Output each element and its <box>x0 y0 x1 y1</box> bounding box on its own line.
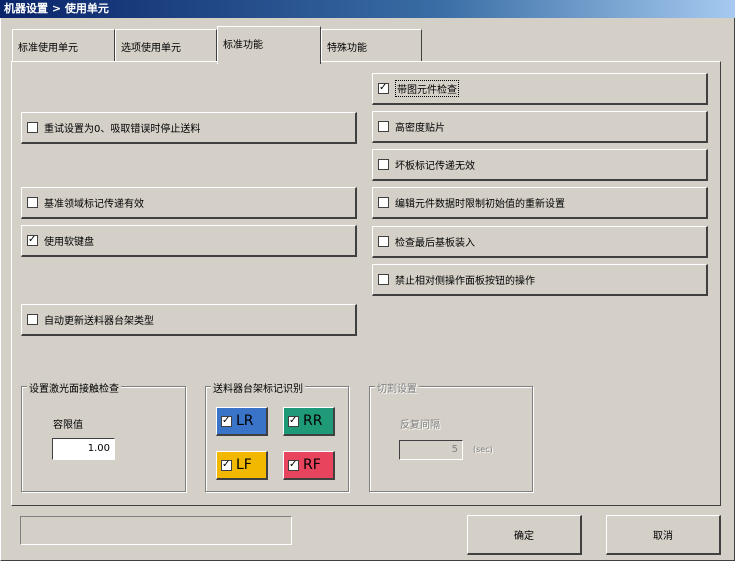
option-label: 坏板标记传递无效 <box>395 161 475 172</box>
feeder-label: LR <box>236 413 254 429</box>
checkbox[interactable] <box>221 459 232 471</box>
checkbox[interactable] <box>288 459 299 471</box>
checkbox[interactable] <box>378 236 389 247</box>
group-title: 送料器台架标记识别 <box>211 380 305 395</box>
option-label: 使用软键盘 <box>44 237 94 248</box>
option-stop-feed-on-error[interactable]: 重试设置为0、吸取错误时停止送料 <box>21 112 357 144</box>
feeder-label: LF <box>236 457 252 473</box>
tab-label: 标准功能 <box>223 40 263 51</box>
checkbox[interactable] <box>378 197 389 208</box>
ok-button[interactable]: 确定 <box>467 515 582 555</box>
option-label: 自动更新送料器台架类型 <box>44 316 154 327</box>
option-limit-reset[interactable]: 编辑元件数据时限制初始值的重新设置 <box>372 187 708 219</box>
option-fiducial-transfer[interactable]: 基准领域标记传递有效 <box>21 187 357 219</box>
interval-label: 反复间隔 <box>400 420 440 431</box>
option-high-density[interactable]: 高密度贴片 <box>372 111 708 143</box>
tab-special-functions[interactable]: 特殊功能 <box>321 29 422 62</box>
interval-unit: (sec) <box>473 445 493 454</box>
option-label: 重试设置为0、吸取错误时停止送料 <box>44 124 201 135</box>
tab-standard-functions[interactable]: 标准功能 <box>217 26 321 64</box>
option-label: 基准领域标记传递有效 <box>44 199 144 210</box>
option-disable-opposite-panel[interactable]: 禁止相对侧操作面板按钮的操作 <box>372 264 708 296</box>
option-soft-keyboard[interactable]: 使用软键盘 <box>21 225 357 257</box>
option-label: 高密度贴片 <box>395 123 445 134</box>
feeder-label: RF <box>303 457 321 473</box>
option-polarity-check[interactable]: 带图元件检查 <box>372 73 708 105</box>
checkbox[interactable] <box>221 415 232 427</box>
checkbox[interactable] <box>27 197 38 208</box>
checkbox[interactable] <box>27 122 38 133</box>
window-title: 机器设置 > 使用单元 <box>0 0 735 18</box>
tab-standard-units[interactable]: 标准使用单元 <box>12 29 115 62</box>
interval-input: 5 <box>399 440 463 460</box>
tab-label: 特殊功能 <box>327 43 367 54</box>
checkbox[interactable] <box>27 314 38 325</box>
feeder-rf-button[interactable]: RF <box>283 451 335 480</box>
option-bad-mark-transfer[interactable]: 坏板标记传递无效 <box>372 149 708 181</box>
option-auto-update-feeder-type[interactable]: 自动更新送料器台架类型 <box>21 304 357 336</box>
tab-label: 标准使用单元 <box>18 43 78 54</box>
feeder-label: RR <box>303 413 323 429</box>
cancel-button[interactable]: 取消 <box>606 515 721 555</box>
tab-label: 选项使用单元 <box>121 43 181 54</box>
checkbox[interactable] <box>378 159 389 170</box>
checkbox[interactable] <box>27 235 38 246</box>
tab-option-units[interactable]: 选项使用单元 <box>115 29 217 62</box>
tolerance-input[interactable]: 1.00 <box>52 438 115 460</box>
option-label: 编辑元件数据时限制初始值的重新设置 <box>395 199 565 210</box>
cut-settings-group: 切割设置 <box>369 380 533 492</box>
option-check-last-board[interactable]: 检查最后基板装入 <box>372 226 708 258</box>
group-title: 设置激光面接触检查 <box>27 380 121 395</box>
feeder-rr-button[interactable]: RR <box>283 407 335 436</box>
status-field <box>20 516 292 545</box>
checkbox[interactable] <box>378 83 389 94</box>
feeder-lr-button[interactable]: LR <box>216 407 268 436</box>
checkbox[interactable] <box>288 415 299 427</box>
option-label: 检查最后基板装入 <box>395 238 475 249</box>
group-title: 切割设置 <box>375 380 419 395</box>
option-label: 禁止相对侧操作面板按钮的操作 <box>395 276 535 287</box>
checkbox[interactable] <box>378 121 389 132</box>
checkbox[interactable] <box>378 274 389 285</box>
feeder-lf-button[interactable]: LF <box>216 451 268 480</box>
tolerance-label: 容限值 <box>53 420 83 431</box>
option-label: 带图元件检查 <box>395 80 459 97</box>
